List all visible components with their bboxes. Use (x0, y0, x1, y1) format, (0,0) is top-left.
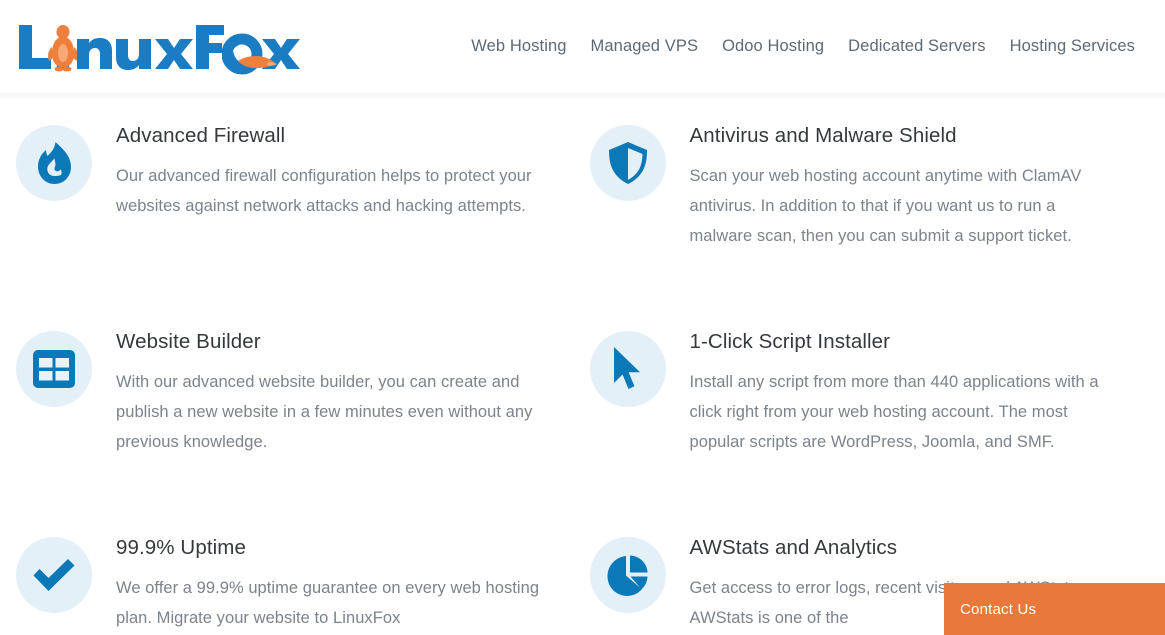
feature-body: 1-Click Script Installer Install any scr… (690, 327, 1120, 457)
nav-link-dedicated-servers[interactable]: Dedicated Servers (848, 37, 985, 56)
brand-logo-linuxfox[interactable] (16, 19, 300, 75)
checkmark-icon-circle (16, 537, 92, 613)
pie-chart-icon (607, 555, 647, 596)
feature-description: Install any script from more than 440 ap… (689, 372, 1099, 451)
nav-link-web-hosting[interactable]: Web Hosting (471, 37, 566, 56)
flame-icon (38, 142, 71, 184)
feature-body: Antivirus and Malware Shield Scan your w… (690, 121, 1120, 251)
feature-body: Website Builder With our advanced websit… (116, 327, 546, 457)
cursor-arrow-icon-circle (589, 331, 666, 407)
feature-script-installer: 1-Click Script Installer Install any scr… (589, 327, 1150, 533)
feature-title: 99.9% Uptime (116, 536, 246, 559)
feature-title: 1-Click Script Installer (689, 330, 891, 353)
pie-chart-icon-circle (589, 537, 666, 613)
feature-antivirus-malware-shield: Antivirus and Malware Shield Scan your w… (589, 121, 1150, 327)
feature-advanced-firewall: Advanced Firewall Our advanced firewall … (16, 121, 576, 327)
grid-layout-icon-circle (16, 331, 92, 407)
main-navigation: Web Hosting Managed VPS Odoo Hosting Ded… (471, 37, 1149, 56)
grid-layout-icon (33, 350, 75, 388)
nav-link-odoo-hosting[interactable]: Odoo Hosting (722, 37, 824, 56)
feature-description: With our advanced website builder, you c… (116, 372, 533, 451)
checkmark-icon (33, 559, 75, 591)
feature-description: We offer a 99.9% uptime guarantee on eve… (116, 578, 540, 627)
nav-link-hosting-services[interactable]: Hosting Services (1010, 37, 1135, 56)
feature-title: Website Builder (116, 330, 261, 353)
feature-description: Scan your web hosting account anytime wi… (689, 166, 1082, 245)
feature-body: Advanced Firewall Our advanced firewall … (116, 121, 546, 221)
feature-title: Advanced Firewall (116, 124, 286, 147)
features-grid: Advanced Firewall Our advanced firewall … (0, 93, 1165, 635)
feature-body: 99.9% Uptime We offer a 99.9% uptime gua… (116, 533, 546, 633)
shield-icon (608, 142, 647, 184)
logo-ox-icon (222, 33, 300, 74)
penguin-icon (48, 24, 78, 71)
feature-title: Antivirus and Malware Shield (689, 124, 957, 147)
feature-description: Our advanced firewall configuration help… (116, 166, 532, 215)
contact-us-button[interactable]: Contact Us (944, 583, 1165, 635)
feature-website-builder: Website Builder With our advanced websit… (16, 327, 576, 533)
flame-icon-circle (16, 125, 92, 201)
nav-link-managed-vps[interactable]: Managed VPS (591, 37, 699, 56)
linuxfox-logo-icon (19, 24, 224, 71)
feature-title: AWStats and Analytics (689, 536, 898, 559)
cursor-arrow-icon (613, 347, 640, 389)
site-header: Web Hosting Managed VPS Odoo Hosting Ded… (0, 0, 1165, 100)
feature-uptime: 99.9% Uptime We offer a 99.9% uptime gua… (16, 533, 576, 635)
shield-icon-circle (589, 125, 666, 201)
